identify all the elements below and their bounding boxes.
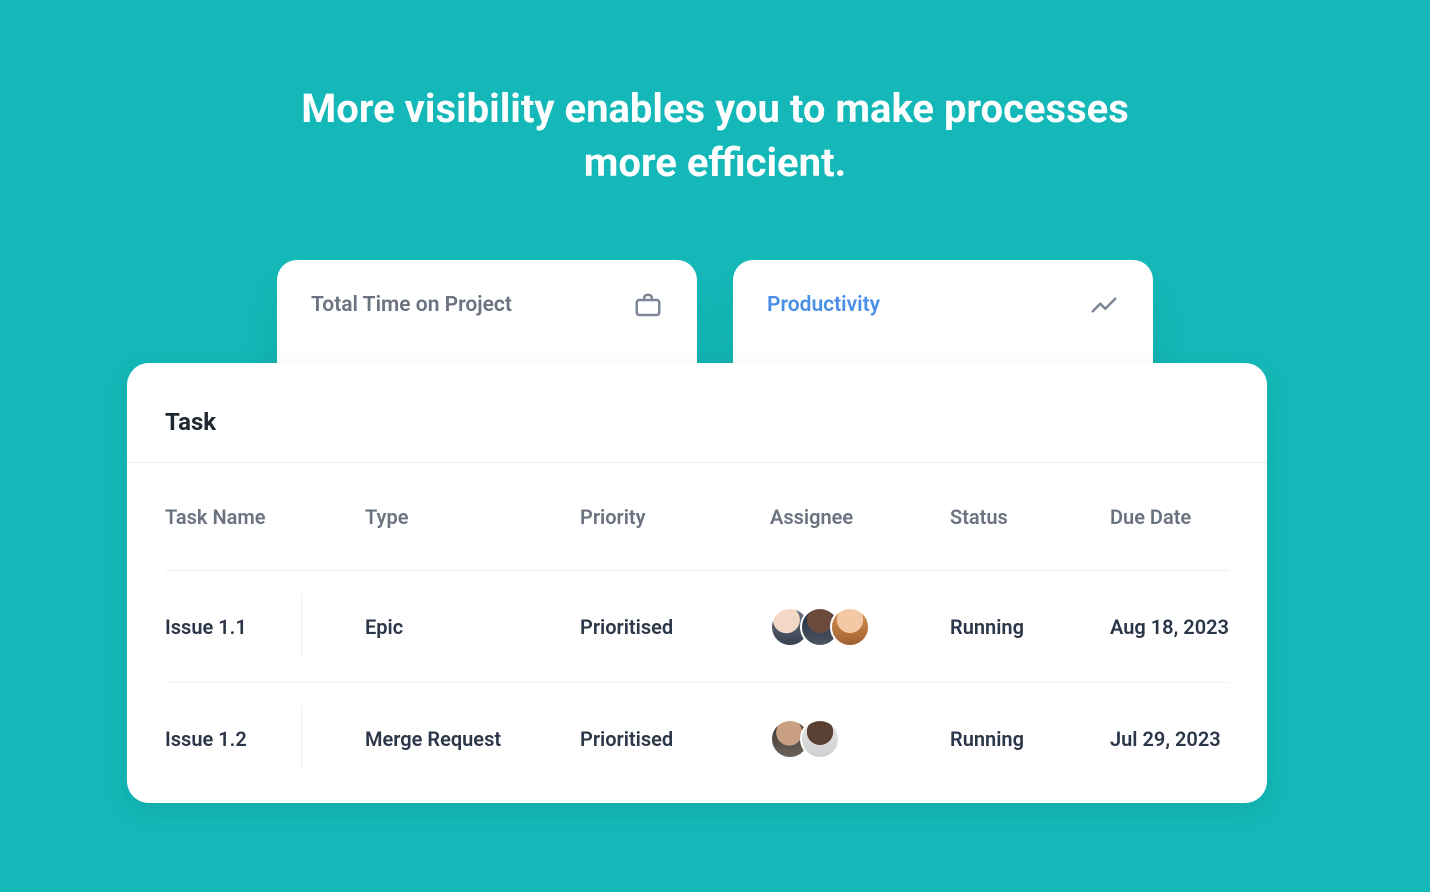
cell-type: Epic [365,615,580,639]
col-status: Status [950,505,1110,529]
briefcase-icon [633,290,663,320]
productivity-label: Productivity [767,293,880,317]
cell-status: Running [950,615,1110,639]
trend-icon [1089,290,1119,320]
col-priority: Priority [580,505,770,529]
task-panel: Task Task Name Type Priority Assignee St… [127,363,1267,803]
avatar [800,719,840,759]
table-row[interactable]: Issue 1.2 Merge Request Prioritised Runn… [165,683,1229,795]
col-type: Type [365,505,580,529]
cell-assignee [770,607,950,647]
cell-due-date: Aug 18, 2023 [1110,615,1229,639]
cell-priority: Prioritised [580,615,770,639]
total-time-label: Total Time on Project [311,293,512,317]
panel-title: Task [165,408,216,436]
cell-task-name: Issue 1.2 [165,727,365,751]
table-row[interactable]: Issue 1.1 Epic Prioritised Running Aug 1… [165,571,1229,683]
cell-priority: Prioritised [580,727,770,751]
cell-due-date: Jul 29, 2023 [1110,727,1229,751]
page-headline: More visibility enables you to make proc… [265,82,1165,190]
col-due-date: Due Date [1110,505,1229,529]
col-task-name: Task Name [165,505,365,529]
task-table: Task Name Type Priority Assignee Status … [127,463,1267,795]
col-assignee: Assignee [770,505,950,529]
cell-type: Merge Request [365,727,580,751]
cell-status: Running [950,727,1110,751]
table-header: Task Name Type Priority Assignee Status … [165,463,1229,571]
cell-assignee [770,719,950,759]
avatar [830,607,870,647]
cell-task-name: Issue 1.1 [165,615,365,639]
